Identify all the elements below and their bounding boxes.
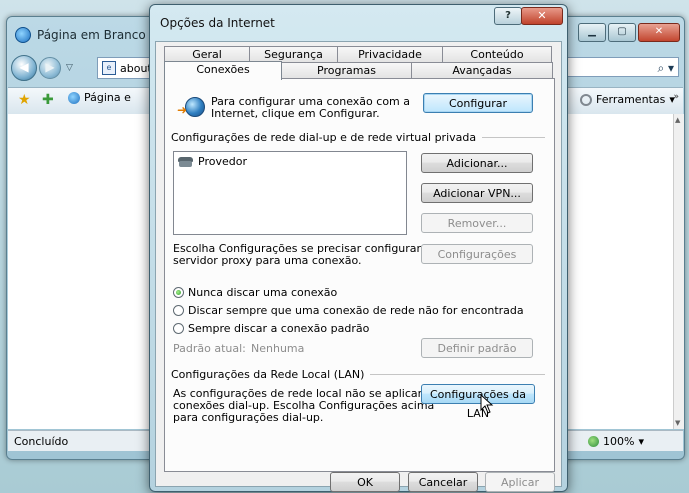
radio-always-dial[interactable]: Sempre discar a conexão padrão <box>173 322 369 335</box>
tab-advanced[interactable]: Avançadas <box>411 62 553 78</box>
browser-tab[interactable]: Página e <box>68 91 131 104</box>
zoom-control[interactable]: 100% ▾ <box>588 435 644 448</box>
tab-row-back: Geral Segurança Privacidade Conteúdo <box>164 46 552 62</box>
radio-dial-when-no-network-label: Discar sempre que uma conexão de rede nã… <box>188 304 524 317</box>
add-vpn-button[interactable]: Adicionar VPN... <box>421 183 533 203</box>
scroll-down-icon[interactable]: ▼ <box>675 419 680 427</box>
radio-always-dial-dot[interactable] <box>173 323 184 334</box>
connection-wizard-icon: ➜ <box>177 95 205 119</box>
dialup-connection-list[interactable]: Provedor <box>173 151 407 235</box>
ie-window-controls: ▁ ▢ ✕ <box>578 23 680 42</box>
lan-group-heading: Configurações da Rede Local (LAN) <box>171 368 545 381</box>
gear-icon <box>580 93 592 106</box>
help-button[interactable]: ? <box>494 7 522 25</box>
current-default-label: Padrão atual: <box>173 342 246 355</box>
radio-never-dial-label: Nunca discar uma conexão <box>188 286 338 299</box>
scroll-up-icon[interactable]: ▲ <box>675 116 680 124</box>
back-button[interactable]: ◀ <box>11 55 37 81</box>
zoom-dropdown-icon: ▾ <box>638 435 644 448</box>
tab-content[interactable]: Conteúdo <box>442 46 552 62</box>
ie-title-bar: Página em Branco - M <box>15 27 168 43</box>
current-default-value: Nenhuma <box>251 342 305 355</box>
favorites-star-icon[interactable]: ★ <box>18 92 31 108</box>
tab-ie-icon <box>68 91 80 104</box>
connections-panel: ➜ Para configurar uma conexão com a Inte… <box>164 78 555 472</box>
minimize-button[interactable]: ▁ <box>578 23 606 42</box>
tools-menu[interactable]: Ferramentas ▾ <box>580 93 675 106</box>
search-box[interactable]: ⌕ ▾ <box>567 57 679 77</box>
cancel-button[interactable]: Cancelar <box>408 472 478 492</box>
mouse-cursor-icon <box>480 393 494 414</box>
add-button[interactable]: Adicionar... <box>421 153 533 173</box>
ie-logo-icon <box>15 27 31 43</box>
internet-options-dialog: Opções da Internet ? ✕ Geral Segurança P… <box>149 4 568 492</box>
setup-text-line-2: Internet, clique em Configurar. <box>211 107 380 120</box>
tools-label: Ferramentas <box>596 93 666 106</box>
vertical-scrollbar[interactable]: ▲ ▼ <box>673 114 684 429</box>
tab-programs[interactable]: Programas <box>281 62 412 78</box>
history-dropdown-icon[interactable]: ▽ <box>66 63 73 73</box>
lan-text-line-3: para configurações dial-up. <box>173 411 324 424</box>
zone-globe-icon <box>588 436 599 447</box>
list-item-label: Provedor <box>198 155 247 168</box>
apply-button[interactable]: Aplicar <box>485 472 555 492</box>
radio-never-dial-dot[interactable] <box>173 287 184 298</box>
maximize-button[interactable]: ▢ <box>608 23 636 42</box>
tab-general[interactable]: Geral <box>164 46 250 62</box>
tab-connections[interactable]: Conexões <box>164 61 282 80</box>
browser-tab-label: Página e <box>84 91 131 104</box>
lan-settings-button[interactable]: Configurações da LAN <box>421 384 535 420</box>
tab-security[interactable]: Segurança <box>249 46 338 62</box>
remove-button[interactable]: Remover... <box>421 213 533 233</box>
phone-icon <box>178 156 194 168</box>
more-tools-chevron-icon[interactable]: » <box>673 92 679 102</box>
lan-heading-text: Configurações da Rede Local (LAN) <box>171 368 365 381</box>
radio-dial-when-no-network[interactable]: Discar sempre que uma conexão de rede nã… <box>173 304 524 317</box>
tab-privacy[interactable]: Privacidade <box>337 46 443 62</box>
dialog-title: Opções da Internet <box>160 16 275 30</box>
status-text: Concluído <box>14 435 69 448</box>
dialog-body: Geral Segurança Privacidade Conteúdo Con… <box>155 41 562 492</box>
address-text[interactable]: about <box>120 62 152 75</box>
radio-dial-when-no-network-dot[interactable] <box>173 305 184 316</box>
add-favorite-icon[interactable]: ✚ <box>42 92 54 108</box>
settings-button[interactable]: Configurações <box>421 244 533 264</box>
radio-never-dial[interactable]: Nunca discar uma conexão <box>173 286 337 299</box>
tab-row-front: Conexões Programas Avançadas <box>164 61 553 80</box>
setup-button[interactable]: Configurar <box>423 93 533 113</box>
navigation-buttons: ◀ ▶ ▽ <box>11 55 76 81</box>
close-window-button[interactable]: ✕ <box>638 23 680 42</box>
set-default-button[interactable]: Definir padrão <box>421 338 533 358</box>
proxy-text-line-2: servidor proxy para uma conexão. <box>173 254 362 267</box>
list-item[interactable]: Provedor <box>178 155 247 168</box>
radio-always-dial-label: Sempre discar a conexão padrão <box>188 322 370 335</box>
dialup-heading-text: Configurações de rede dial-up e de rede … <box>171 131 477 144</box>
page-icon: e <box>102 61 116 75</box>
forward-button[interactable]: ▶ <box>39 57 61 79</box>
dialup-group-heading: Configurações de rede dial-up e de rede … <box>171 131 545 144</box>
ok-button[interactable]: OK <box>330 472 400 492</box>
zoom-level: 100% <box>603 435 635 448</box>
dialog-close-button[interactable]: ✕ <box>521 7 563 25</box>
